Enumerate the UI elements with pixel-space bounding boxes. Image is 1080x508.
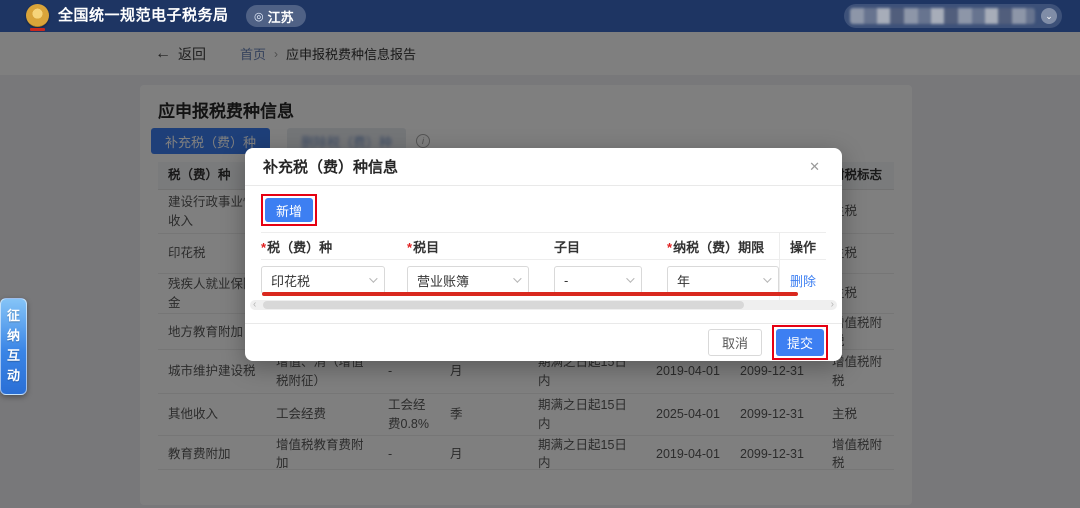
delete-row-link[interactable]: 删除 (790, 271, 816, 290)
location-pin-icon: ◎ (254, 10, 264, 23)
cancel-button[interactable]: 取消 (708, 329, 762, 356)
form-header-tax: *税（费）种 (261, 237, 407, 256)
dialog-header: 补充税（费）种信息 ✕ (245, 148, 842, 186)
red-underline-annotation (262, 292, 798, 296)
topbar: 全国统一规范电子税务局 ◎ 江苏 ⌄ (0, 0, 1080, 32)
float-tab-char: 纳 (7, 328, 20, 345)
chevron-down-icon (626, 274, 634, 282)
tax-item-select[interactable]: 营业账簿 (407, 266, 529, 294)
float-tab-char: 互 (7, 348, 20, 365)
form-header-period: *纳税（费）期限 (667, 237, 779, 256)
float-tab-char: 征 (7, 308, 20, 325)
supplement-tax-dialog: 补充税（费）种信息 ✕ 新增 *税（费）种 *税目 子目 *纳税（费）期限 操作… (245, 148, 842, 361)
chevron-down-icon (763, 274, 771, 282)
app-title: 全国统一规范电子税务局 (58, 0, 229, 32)
add-annotation-box: 新增 (261, 194, 317, 226)
redacted-user-info (850, 8, 1035, 24)
dialog-title: 补充税（费）种信息 (263, 156, 398, 177)
chevron-down-icon: ⌄ (1041, 8, 1057, 24)
region-badge[interactable]: ◎ 江苏 (246, 5, 306, 27)
sub-item-select[interactable]: - (554, 266, 642, 294)
scroll-right-icon[interactable]: › (831, 299, 834, 310)
account-redacted[interactable]: ⌄ (844, 4, 1062, 28)
close-button[interactable]: ✕ (805, 157, 824, 177)
dialog-body: 新增 *税（费）种 *税目 子目 *纳税（费）期限 操作 印花税 营业账簿 - (245, 186, 842, 300)
form-header-row: *税（费）种 *税目 子目 *纳税（费）期限 操作 (261, 232, 826, 260)
chevron-down-icon (513, 274, 521, 282)
form-header-action: 操作 (779, 233, 826, 259)
tax-period-select[interactable]: 年 (667, 266, 779, 294)
chevron-down-icon (369, 274, 377, 282)
submit-annotation-box: 提交 (772, 325, 828, 360)
region-label: 江苏 (268, 7, 294, 26)
gov-emblem-logo (26, 4, 49, 27)
app-root: 全国统一规范电子税务局 ◎ 江苏 ⌄ ← 返回 首页 › 应申报税费种信息报告 … (0, 0, 1080, 508)
submit-button[interactable]: 提交 (776, 329, 824, 356)
interaction-float-tab[interactable]: 征纳互动 (0, 298, 27, 395)
horizontal-scrollbar[interactable]: ‹ › (250, 300, 837, 310)
form-header-item: *税目 (407, 237, 554, 256)
float-tab-char: 动 (7, 368, 20, 385)
tax-type-select[interactable]: 印花税 (261, 266, 385, 294)
scrollbar-thumb[interactable] (263, 301, 744, 309)
close-icon: ✕ (809, 159, 820, 174)
form-header-subitem: 子目 (554, 237, 667, 256)
scroll-left-icon[interactable]: ‹ (253, 299, 256, 310)
add-button[interactable]: 新增 (265, 198, 313, 222)
dialog-footer: 取消 提交 (245, 323, 842, 361)
